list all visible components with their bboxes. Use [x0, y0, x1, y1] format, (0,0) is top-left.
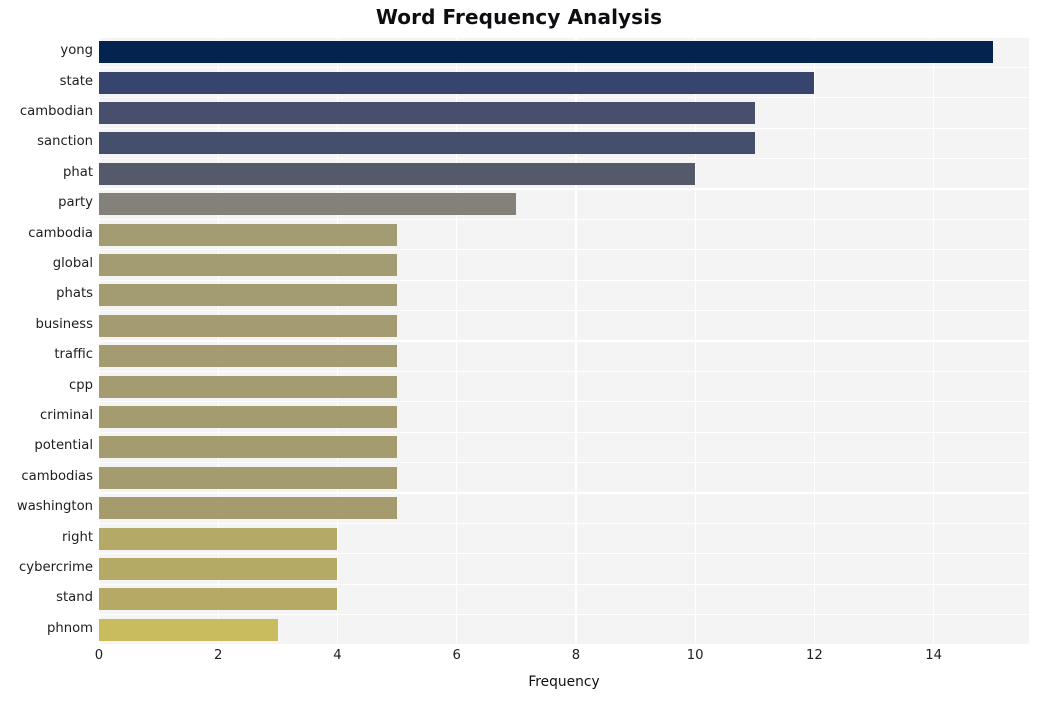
y-tick-label: stand	[56, 590, 93, 606]
horizontal-gridline	[99, 309, 1029, 312]
x-tick-label: 0	[94, 648, 104, 663]
horizontal-gridline	[99, 461, 1029, 464]
x-tick-label: 4	[333, 648, 342, 663]
y-tick-label: global	[52, 256, 93, 271]
horizontal-gridline	[99, 431, 1029, 433]
x-tick-label: 6	[452, 648, 461, 663]
y-tick-label: right	[62, 529, 93, 545]
bar[interactable]	[99, 71, 815, 94]
y-tick-label: sanction	[37, 134, 93, 150]
horizontal-gridline	[99, 492, 1029, 494]
horizontal-gridline	[99, 188, 1029, 190]
x-tick-label: 14	[925, 648, 942, 663]
x-tick-label: 2	[214, 648, 223, 663]
horizontal-gridline	[99, 97, 1029, 99]
horizontal-gridline	[99, 401, 1029, 403]
bar[interactable]	[99, 497, 398, 520]
horizontal-gridline	[99, 553, 1029, 555]
y-tick-label: state	[59, 73, 93, 89]
horizontal-gridline	[99, 127, 1029, 129]
horizontal-gridline	[99, 249, 1029, 251]
y-tick-label: phat	[63, 164, 93, 180]
bar[interactable]	[99, 284, 398, 307]
chart-figure: Word Frequency Analysis yong state cambodi…	[0, 0, 1038, 701]
bar[interactable]	[99, 466, 398, 489]
y-tick-label: phnom	[46, 620, 93, 636]
y-tick-label: cambodias	[21, 468, 93, 484]
horizontal-gridline	[99, 66, 1029, 69]
y-tick-label: cpp	[69, 377, 93, 393]
y-tick-label: cambodia	[28, 225, 93, 241]
bar[interactable]	[99, 41, 994, 64]
y-tick-label: washington	[16, 499, 93, 515]
bar[interactable]	[99, 223, 398, 246]
y-tick-label: cybercrime	[19, 560, 93, 575]
bar[interactable]	[99, 345, 398, 368]
bar[interactable]	[99, 436, 398, 459]
x-axis-tick-labels: 0 2 4 6 8 10 12 14	[0, 648, 1038, 670]
y-tick-label: yong	[60, 43, 93, 59]
horizontal-gridline	[99, 157, 1029, 160]
bar[interactable]	[99, 162, 696, 185]
x-tick-label: 12	[805, 648, 823, 663]
bar[interactable]	[99, 375, 398, 398]
y-tick-label: party	[58, 195, 93, 211]
bar[interactable]	[99, 193, 517, 216]
bar[interactable]	[99, 314, 398, 337]
bar[interactable]	[99, 254, 398, 276]
horizontal-gridline	[99, 218, 1029, 221]
y-tick-label: cambodian	[19, 104, 93, 119]
horizontal-gridline	[99, 583, 1029, 585]
horizontal-gridline	[99, 340, 1029, 342]
bar[interactable]	[99, 527, 338, 550]
y-tick-label: potential	[34, 438, 93, 454]
bar[interactable]	[99, 588, 338, 611]
horizontal-gridline	[99, 613, 1029, 616]
horizontal-gridline	[99, 37, 1029, 38]
horizontal-gridline	[99, 522, 1029, 525]
bar[interactable]	[99, 132, 755, 155]
y-tick-label: criminal	[40, 408, 93, 423]
y-tick-label: traffic	[54, 347, 93, 363]
bar[interactable]	[99, 102, 755, 124]
horizontal-gridline	[99, 279, 1029, 281]
y-tick-label: business	[35, 316, 93, 332]
x-tick-label: 8	[571, 648, 581, 663]
horizontal-gridline	[99, 370, 1029, 373]
bar[interactable]	[99, 618, 278, 641]
horizontal-gridline	[99, 644, 1029, 645]
x-tick-label: 10	[686, 648, 704, 663]
y-tick-label: phats	[56, 286, 93, 302]
bar[interactable]	[99, 406, 398, 428]
chart-title: Word Frequency Analysis	[375, 5, 663, 29]
x-axis-label: Frequency	[528, 674, 600, 690]
plot-area	[99, 37, 1029, 645]
y-axis-tick-labels: yong state cambodian sanction phat party cambo…	[0, 37, 93, 645]
bar[interactable]	[99, 558, 338, 580]
